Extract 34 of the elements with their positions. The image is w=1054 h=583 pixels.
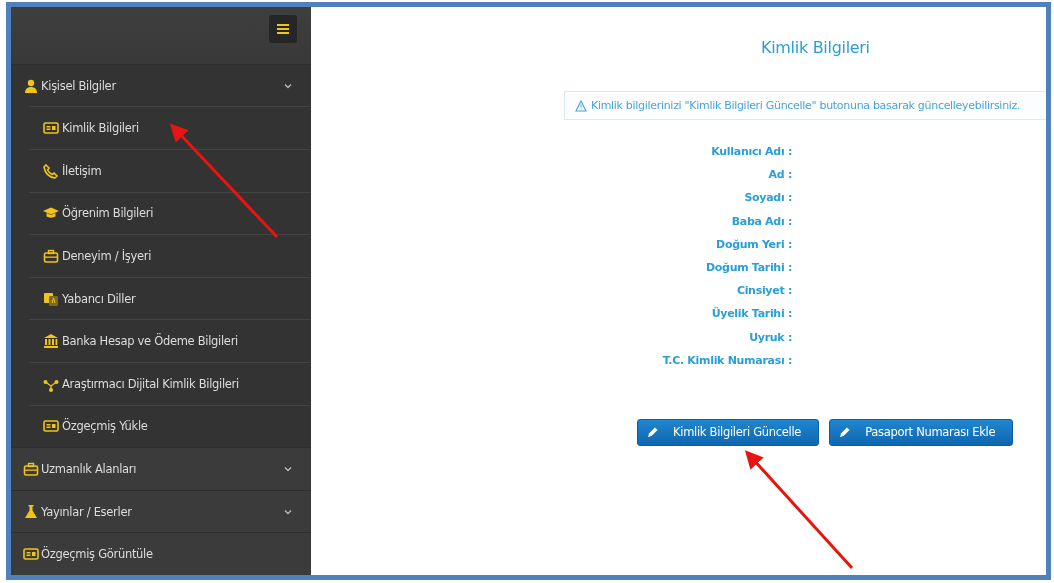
field-label: Ad :	[768, 167, 792, 184]
field-label: Kullanıcı Adı :	[711, 144, 792, 160]
phone-icon	[43, 162, 59, 179]
briefcase-icon	[23, 461, 39, 477]
warning-icon	[575, 99, 587, 112]
sidebar-item[interactable]: Özgeçmiş Görüntüle	[11, 532, 311, 575]
user-icon	[23, 77, 39, 94]
field-label: Üyelik Tarihi :	[711, 306, 792, 323]
pencil-icon	[647, 426, 659, 439]
language-icon	[43, 290, 59, 307]
field-label: Baba Adı :	[731, 213, 792, 230]
pencil-icon	[839, 426, 852, 439]
field-label: Doğum Yeri :	[716, 236, 792, 253]
id-card-icon	[43, 120, 59, 137]
sidebar-subitem[interactable]: Yabancı Diller	[29, 276, 311, 320]
field-label: Doğum Tarihi :	[705, 259, 792, 276]
bank-icon	[43, 333, 59, 350]
action-button[interactable]: Kimlik Bilgileri Güncelle	[637, 418, 820, 446]
menu-button[interactable]	[269, 15, 297, 43]
field-label: T.C. Kimlik Numarası :	[662, 352, 792, 369]
sidebar-subitem[interactable]: Kimlik Bilgileri	[29, 106, 311, 150]
briefcase-icon	[43, 248, 59, 265]
field-label: Cinsiyet :	[736, 283, 792, 300]
sidebar-item[interactable]: Yayınlar / Eserler	[11, 489, 311, 533]
id-card-icon	[43, 418, 59, 435]
field-label: Uyruk :	[749, 329, 792, 346]
alert-text: Kimlik bilgilerinizi "Kimlik Bilgileri Güncelle" butonuna basarak güncelleyebilirsiniz.	[591, 99, 1021, 112]
sidebar-item[interactable]: Uzmanlık Alanları	[11, 447, 311, 490]
menu-icon	[277, 24, 289, 34]
action-button[interactable]: Pasaport Numarası Ekle	[829, 418, 1014, 446]
page-title: Kimlik Bilgileri	[761, 38, 870, 57]
id-card-icon	[23, 546, 39, 563]
flask-icon	[23, 503, 39, 520]
field-label: Soyadı :	[744, 190, 792, 207]
